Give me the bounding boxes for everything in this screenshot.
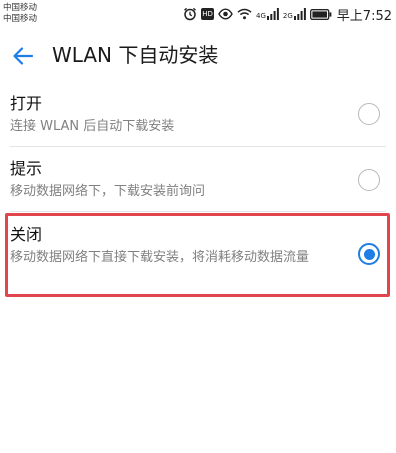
radio-button-unchecked[interactable] (358, 103, 380, 125)
app-bar: WLAN 下自动安装 (0, 30, 396, 82)
eye-icon (218, 8, 233, 20)
option-label: 打开 (10, 94, 43, 113)
status-icons: HD 4G 2G 早上7:52 (183, 6, 392, 24)
page-title: WLAN 下自动安装 (52, 43, 219, 67)
signal-1-indicator: 4G (256, 8, 279, 20)
signal-icon (293, 8, 306, 20)
option-prompt[interactable]: 提示 移动数据网络下，下载安装前询问 (0, 147, 396, 211)
signal-2-indicator: 2G (283, 8, 306, 20)
battery-icon (309, 8, 332, 20)
option-on[interactable]: 打开 连接 WLAN 后自动下载安装 (0, 82, 396, 146)
highlight-annotation (5, 213, 390, 297)
alarm-icon (183, 7, 197, 21)
option-label: 提示 (10, 159, 43, 178)
radio-button-unchecked[interactable] (358, 169, 380, 191)
carrier-1-label: 中国移动 (3, 3, 38, 13)
option-description: 连接 WLAN 后自动下载安装 (10, 119, 175, 134)
signal-2-label: 2G (282, 12, 293, 20)
back-arrow-icon[interactable] (10, 43, 36, 69)
wifi-icon (237, 8, 252, 20)
carrier-info: 中国移动 中国移动 (3, 3, 37, 25)
signal-icon (266, 8, 279, 20)
signal-1-label: 4G (256, 12, 266, 20)
status-bar: 中国移动 中国移动 HD 4G 2G 早上7:52 (0, 0, 396, 30)
divider (10, 211, 386, 212)
carrier-2-label: 中国移动 (3, 14, 38, 24)
option-description: 移动数据网络下，下载安装前询问 (10, 184, 206, 199)
hd-icon: HD (201, 8, 215, 20)
clock: 早上7:52 (336, 8, 392, 24)
